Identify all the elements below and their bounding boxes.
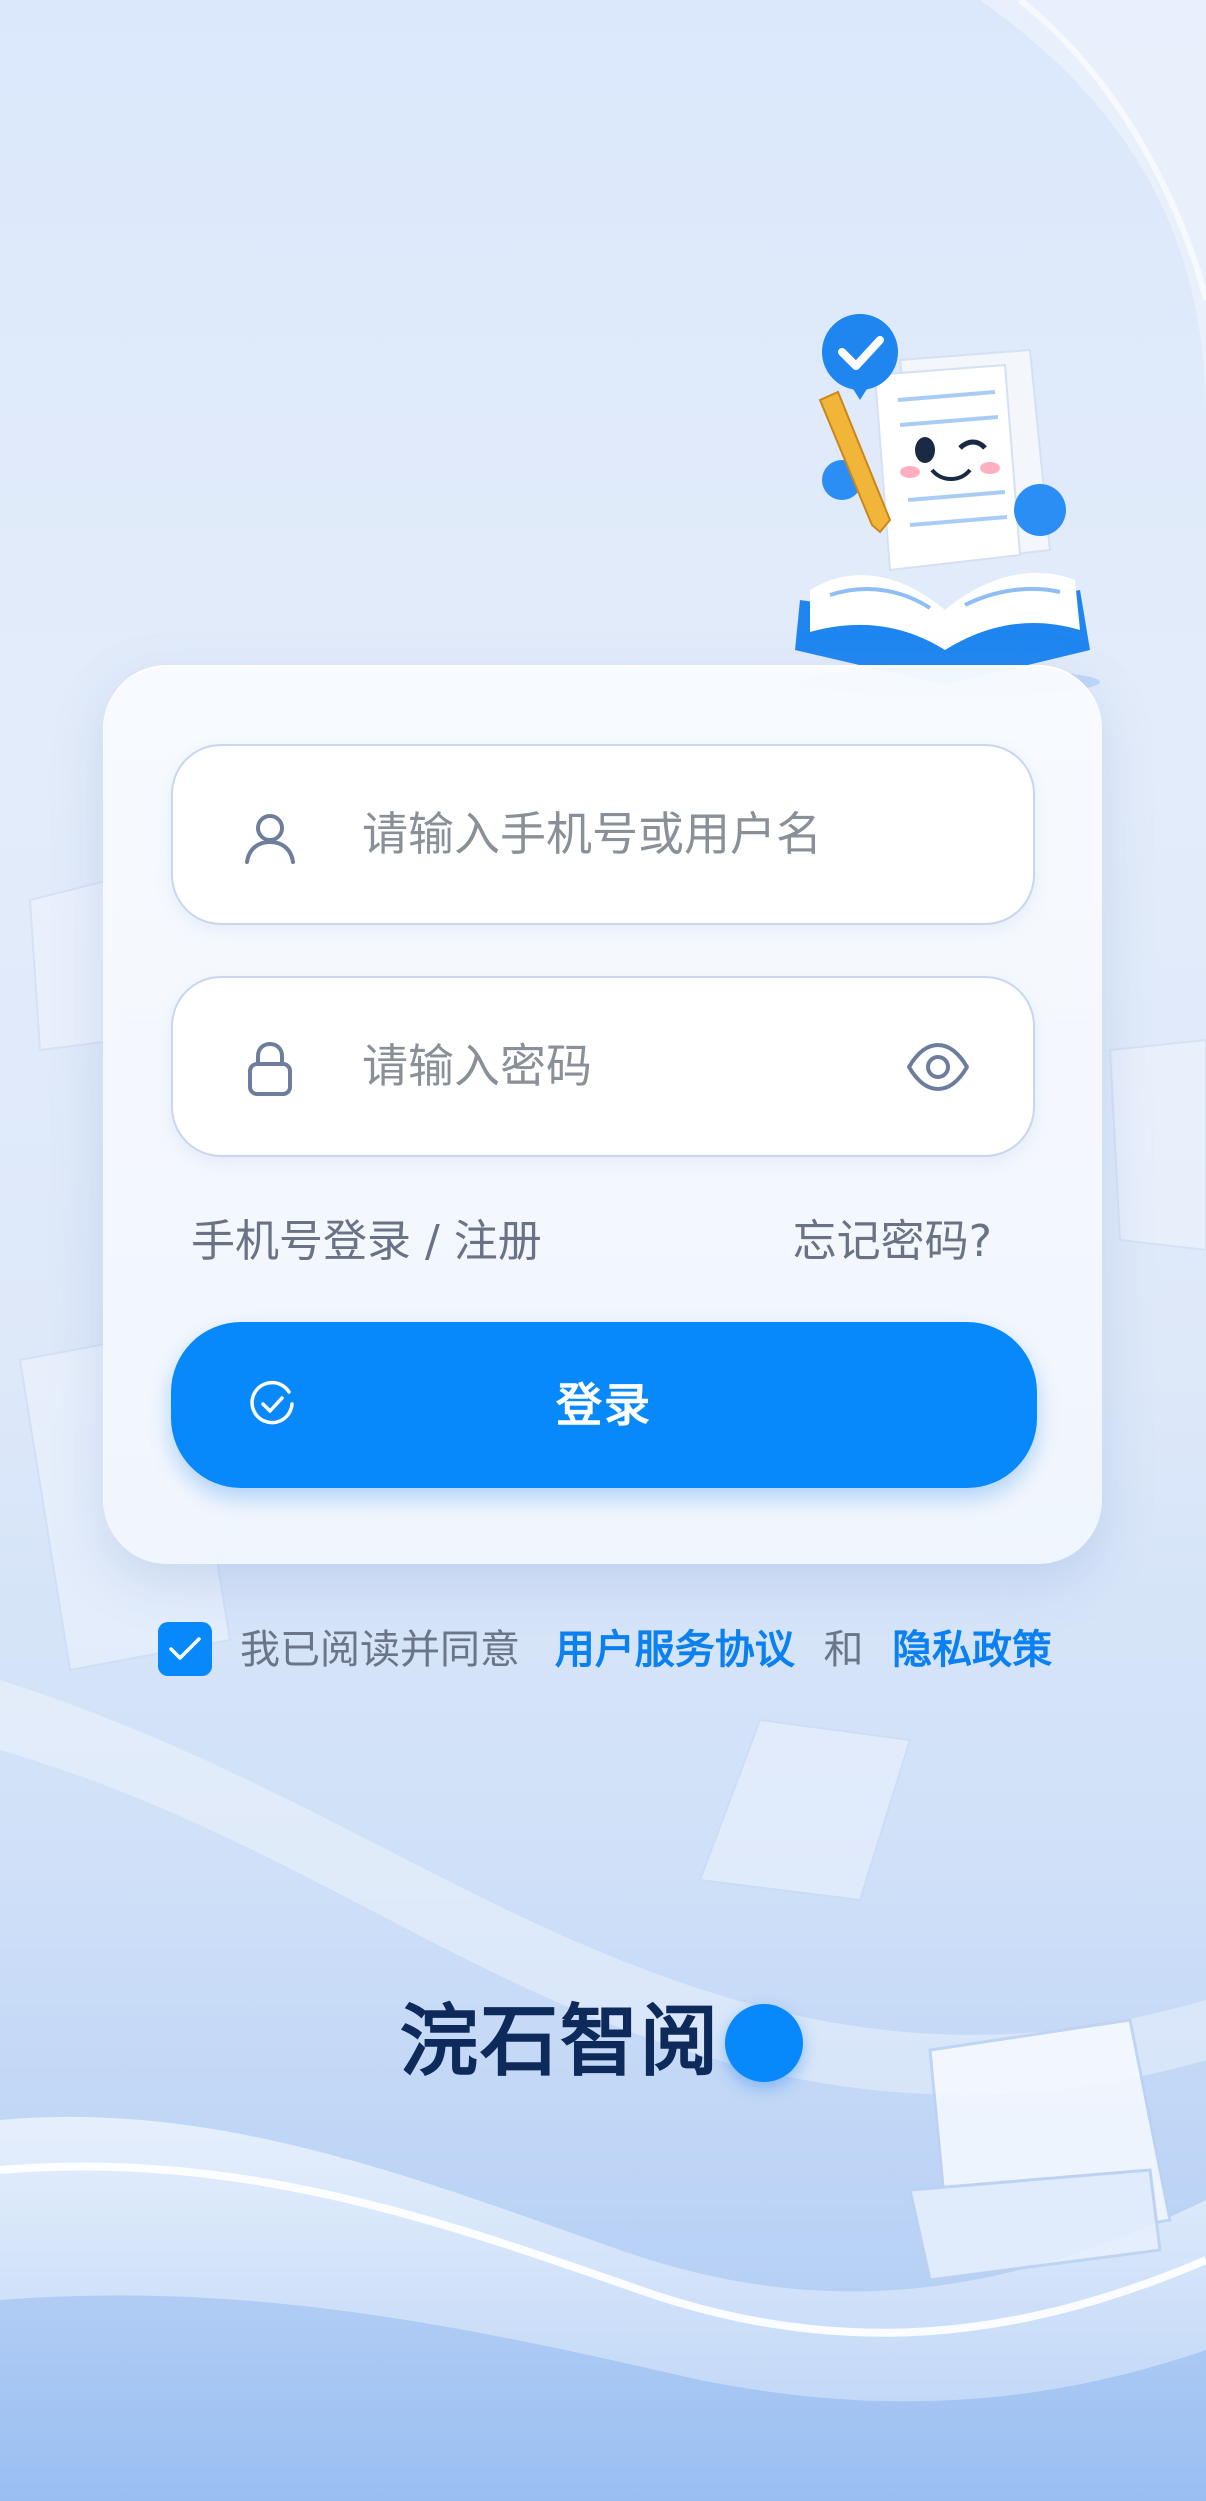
agreement-prefix: 我已阅读并同意 (240, 1627, 520, 1673)
password-input[interactable]: 请输入密码 (362, 978, 592, 1155)
agreement-and: 和 (823, 1627, 864, 1673)
login-button[interactable]: 登录 (171, 1322, 1037, 1488)
brand-dot (725, 2004, 803, 2082)
username-field[interactable]: 请输入手机号或用户名 (171, 744, 1035, 925)
agreement-checkbox[interactable] (158, 1622, 212, 1676)
password-field[interactable]: 请输入密码 (171, 976, 1035, 1157)
privacy-policy-link[interactable]: 隐私政策 (892, 1627, 1052, 1673)
username-input[interactable]: 请输入手机号或用户名 (362, 746, 822, 923)
checkmark-icon (169, 1637, 201, 1660)
forgot-password-link[interactable]: 忘记密码? (793, 1210, 992, 1274)
user-agreement-link[interactable]: 用户服务协议 (555, 1627, 795, 1673)
eye-icon[interactable] (905, 1036, 971, 1098)
login-card: 请输入手机号或用户名 请输入密码 手机号登录 / 注册 忘记密码? 登录 (103, 665, 1102, 1564)
phone-login-link[interactable]: 手机号登录 / 注册 (191, 1210, 542, 1274)
lock-icon (248, 1041, 292, 1096)
brand-name: 浣石智阅 (400, 1997, 721, 2087)
agreement-text: 我已阅读并同意 用户服务协议 和 隐私政策 (240, 1620, 1052, 1680)
login-button-label: 登录 (556, 1378, 652, 1432)
user-icon (245, 814, 295, 864)
book-mascot-illustration (795, 314, 1100, 696)
